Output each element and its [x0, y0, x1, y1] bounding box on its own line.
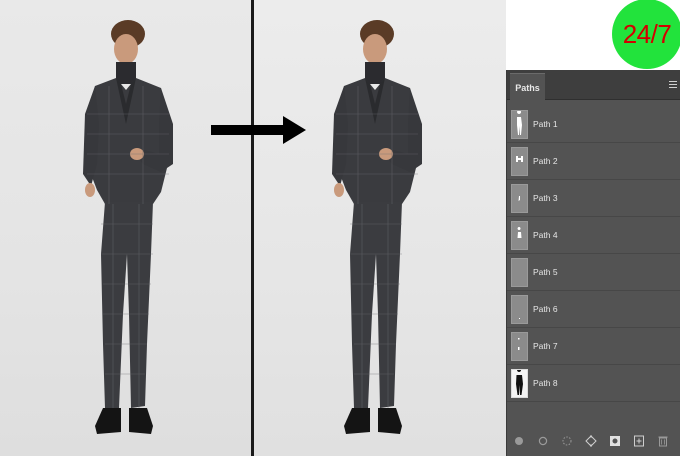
before-photo — [0, 0, 251, 456]
model-figure-before — [83, 20, 173, 434]
path-label: Path 5 — [533, 267, 558, 277]
add-mask-icon[interactable] — [609, 434, 621, 446]
model-figure-after — [332, 20, 422, 434]
empty-thumb-icon — [511, 295, 528, 324]
path-label: Path 3 — [533, 193, 558, 203]
after-photo — [254, 0, 506, 456]
path-row-1[interactable]: Path 1 — [507, 106, 680, 143]
path-row-4[interactable]: Path 4 — [507, 217, 680, 254]
load-selection-icon[interactable] — [561, 434, 573, 446]
path-row-8[interactable]: Path 8 — [507, 365, 680, 402]
path-label: Path 4 — [533, 230, 558, 240]
hands-icon — [511, 147, 528, 176]
dot-icon — [511, 332, 528, 361]
path-label: Path 6 — [533, 304, 558, 314]
figure-icon — [511, 221, 528, 250]
panel-menu-icon[interactable] — [669, 81, 677, 89]
badge-area: 24/7 — [506, 0, 680, 70]
badge-text: 24/7 — [622, 18, 672, 49]
panel-footer — [507, 424, 680, 456]
dot-icon — [511, 184, 528, 213]
new-path-icon[interactable] — [633, 434, 645, 447]
panel-header: Paths — [507, 70, 680, 101]
figure-icon — [511, 110, 528, 139]
empty-thumb-icon — [511, 258, 528, 287]
figure-mask-icon — [511, 369, 528, 398]
path-row-2[interactable]: Path 2 — [507, 143, 680, 180]
make-work-path-icon[interactable] — [585, 434, 597, 447]
path-label: Path 1 — [533, 119, 558, 129]
path-row-3[interactable]: Path 3 — [507, 180, 680, 217]
right-arrow-icon — [211, 116, 306, 144]
availability-badge: 24/7 — [612, 0, 680, 69]
path-label: Path 2 — [533, 156, 558, 166]
path-label: Path 7 — [533, 341, 558, 351]
delete-icon[interactable] — [657, 434, 669, 447]
tab-paths[interactable]: Paths — [510, 73, 545, 101]
path-list: Path 1 Path 2 Path 3 Path 4 Path 5 Path … — [507, 106, 680, 402]
paths-panel: Paths Path 1 Path 2 Path 3 Path 4 Path 5… — [506, 70, 680, 456]
path-row-5[interactable]: Path 5 — [507, 254, 680, 291]
fill-path-icon[interactable] — [513, 434, 525, 446]
path-row-7[interactable]: Path 7 — [507, 328, 680, 365]
path-label: Path 8 — [533, 378, 558, 388]
stroke-path-icon[interactable] — [537, 434, 549, 446]
path-row-6[interactable]: Path 6 — [507, 291, 680, 328]
